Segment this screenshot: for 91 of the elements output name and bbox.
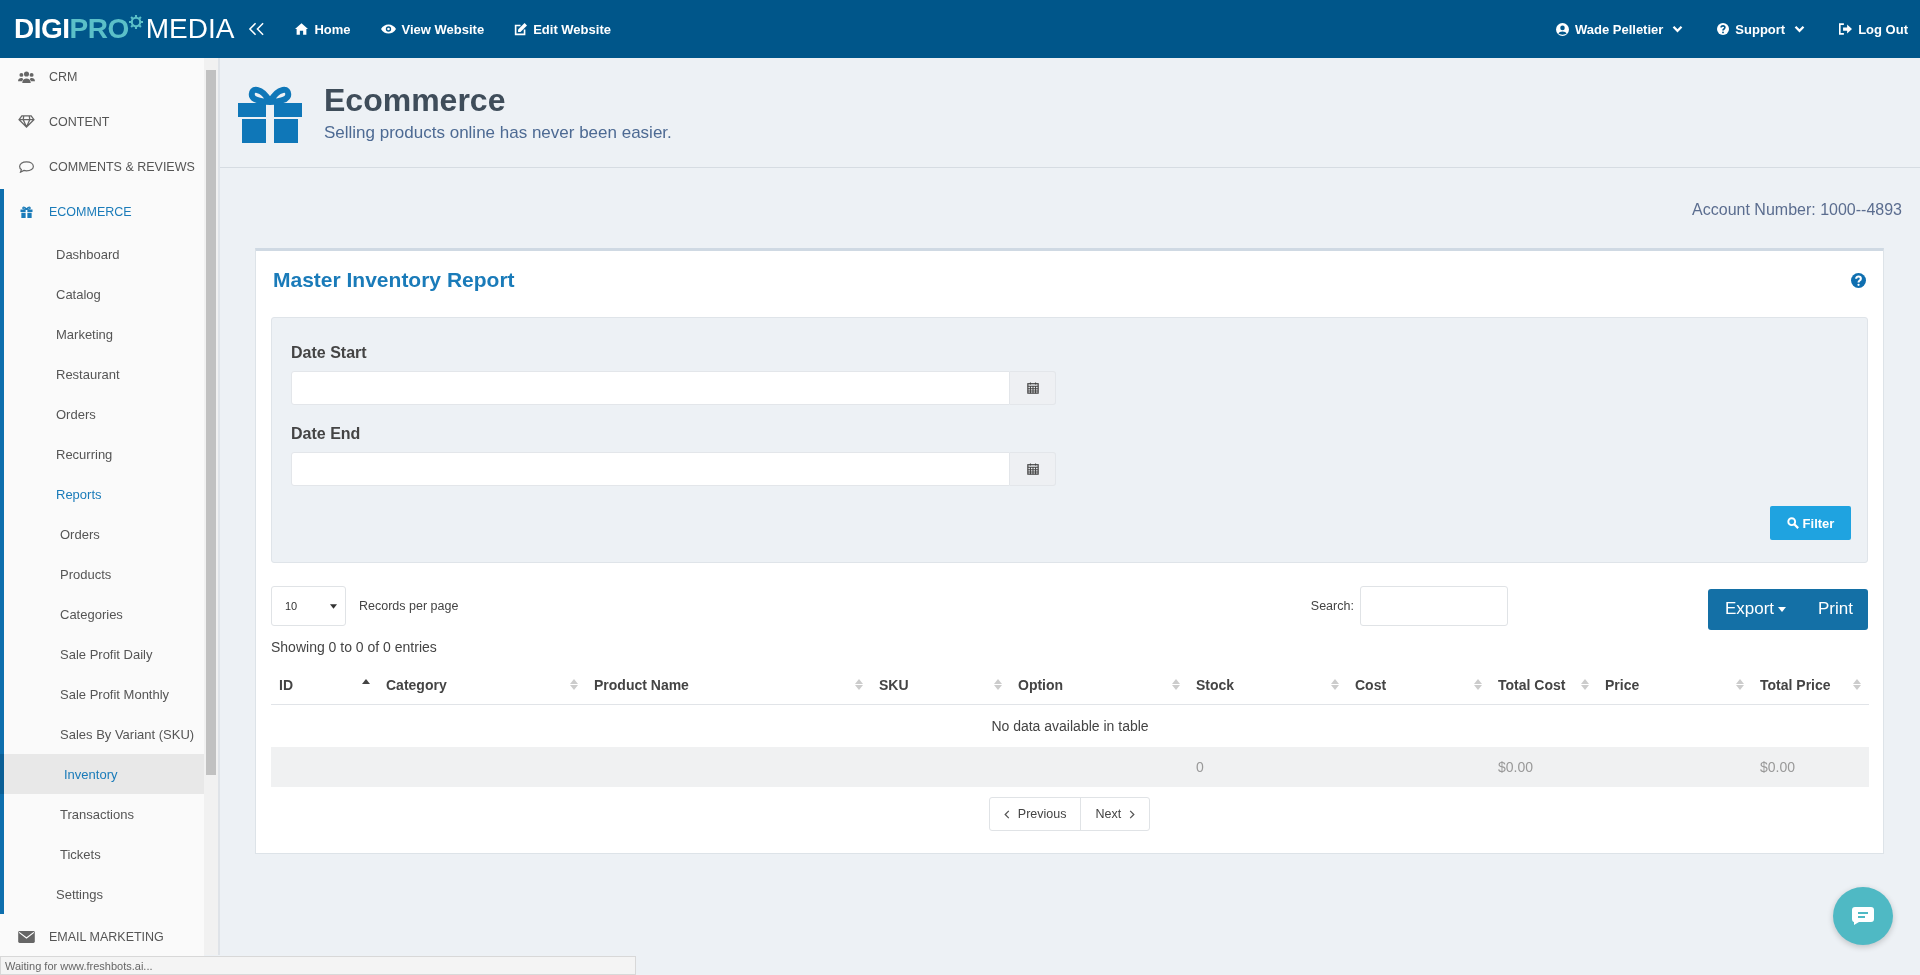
calendar-button[interactable] (1010, 452, 1056, 486)
column-header[interactable]: Price (1597, 665, 1752, 705)
collapse-icon[interactable] (248, 22, 266, 36)
column-header[interactable]: Total Price (1752, 665, 1869, 705)
sidebar-item[interactable]: Catalog (4, 274, 204, 314)
sidebar-item[interactable]: Marketing (4, 314, 204, 354)
eye-icon (380, 24, 396, 34)
table-cell: 0 (1188, 747, 1347, 787)
column-header[interactable]: Option (1010, 665, 1188, 705)
table-cell: $0.00 (1752, 747, 1869, 787)
dropdown-menu[interactable]: Support (1717, 21, 1806, 37)
sidebar-item[interactable]: Reports (4, 474, 204, 514)
sidebar-item[interactable]: CONTENT (4, 99, 204, 144)
page-size-select[interactable]: 10 (271, 586, 346, 626)
caret-down-icon (1778, 606, 1787, 612)
scrollbar[interactable] (204, 58, 220, 955)
diamond-icon (18, 115, 35, 128)
speech-bubble-icon (18, 160, 35, 173)
column-header[interactable]: Product Name (586, 665, 871, 705)
column-header[interactable]: SKU (871, 665, 1010, 705)
column-header[interactable]: Total Cost (1490, 665, 1597, 705)
gear-icon (128, 15, 143, 29)
sidebar-item[interactable]: EMAIL MARKETING (4, 914, 204, 959)
sidebar-item[interactable]: COMMENTS & REVIEWS (4, 144, 204, 189)
sidebar-item[interactable]: Sale Profit Monthly (4, 674, 204, 714)
envelope-icon (18, 930, 35, 943)
next-button[interactable]: Next (1080, 798, 1150, 830)
table-cell: No data available in table (271, 704, 1869, 747)
page-size-label: Records per page (359, 599, 459, 613)
table-info: Showing 0 to 0 of 0 entries (271, 639, 438, 655)
column-header[interactable]: ID (271, 665, 378, 705)
sidebar-item[interactable]: Inventory (0, 754, 204, 794)
help-icon[interactable] (1851, 272, 1866, 288)
edit-icon (514, 22, 528, 36)
field-label: Date Start (291, 344, 368, 362)
caret-down-icon (330, 603, 337, 609)
dropdown-menu[interactable]: Wade Pelletier (1555, 21, 1684, 37)
status-bar: Waiting for www.freshbots.ai... (0, 956, 636, 975)
sidebar-item[interactable]: Dashboard (4, 234, 204, 274)
chat-bubble-icon (1851, 906, 1875, 926)
nav-link[interactable]: Log Out (1839, 21, 1908, 37)
users-icon (18, 70, 35, 83)
date-field[interactable] (291, 371, 1010, 405)
search-label: Search: (1310, 599, 1354, 613)
account-number: Account Number: 1000--4893 (1691, 200, 1903, 220)
sidebar-item[interactable]: CRM (4, 58, 204, 99)
nav-link[interactable]: View Website (380, 21, 485, 37)
nav-link[interactable]: Edit Website (514, 21, 611, 37)
sidebar-item[interactable]: Orders (4, 394, 204, 434)
nav-link[interactable]: Home (295, 21, 351, 37)
search-field[interactable] (1359, 586, 1508, 626)
search-icon (1786, 517, 1799, 529)
sidebar-item[interactable]: Products (4, 554, 204, 594)
report-title: Master Inventory Report (273, 268, 515, 292)
logo-text: MEDIA (145, 13, 235, 45)
calendar-icon (1026, 463, 1039, 475)
home-icon (295, 23, 309, 35)
sidebar-item[interactable]: Recurring (4, 434, 204, 474)
user-icon (1555, 22, 1569, 36)
calendar-icon (1026, 382, 1039, 394)
sidebar-item[interactable]: Orders (4, 514, 204, 554)
calendar-button[interactable] (1010, 371, 1056, 405)
page-subtitle: Selling products online has never been easier. (324, 123, 672, 143)
logout-icon (1839, 23, 1853, 35)
table-cell: $0.00 (1490, 747, 1597, 787)
sidebar-item[interactable]: Categories (4, 594, 204, 634)
chevron-left-icon (1003, 809, 1010, 819)
column-header[interactable]: Cost (1347, 665, 1490, 705)
sidebar-item[interactable]: Restaurant (4, 354, 204, 394)
sidebar-item[interactable]: Transactions (4, 794, 204, 834)
scrollbar-thumb[interactable] (206, 70, 216, 775)
column-header[interactable]: Stock (1188, 665, 1347, 705)
help-icon (1717, 23, 1730, 35)
chevron-right-icon (1129, 809, 1136, 819)
print-button[interactable]: Print (1803, 588, 1868, 630)
sidebar-item[interactable]: Tickets (4, 834, 204, 874)
field-label: Date End (291, 425, 362, 443)
date-field[interactable] (291, 452, 1010, 486)
sidebar-item[interactable]: ECOMMERCE (4, 189, 204, 234)
gift-icon (18, 205, 35, 218)
previous-button[interactable]: Previous (989, 798, 1081, 830)
sidebar-item[interactable]: Sale Profit Daily (4, 634, 204, 674)
export-button[interactable]: Export (1707, 588, 1804, 630)
page-title: Ecommerce (324, 82, 507, 119)
column-header[interactable]: Category (378, 665, 586, 705)
logo-text: PRO (69, 13, 129, 45)
sidebar-item[interactable]: Settings (4, 874, 204, 914)
logo-text: DIGI (14, 13, 70, 45)
chat-button[interactable] (1833, 887, 1893, 945)
gift-icon (238, 84, 302, 143)
sidebar-item[interactable]: Sales By Variant (SKU) (4, 714, 204, 754)
